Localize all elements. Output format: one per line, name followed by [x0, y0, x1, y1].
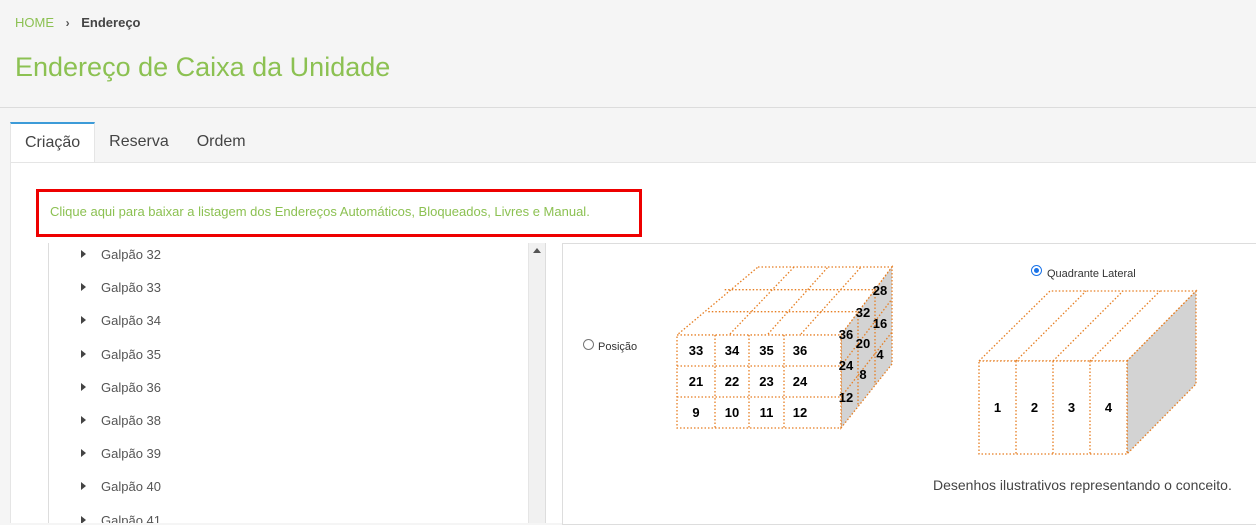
cube-side-label: 28 — [873, 283, 887, 298]
caret-right-icon[interactable] — [81, 515, 86, 523]
cube-side-label: 12 — [839, 390, 853, 405]
tab-bar: Criação Reserva Ordem — [10, 122, 260, 164]
caret-right-icon[interactable] — [81, 482, 86, 491]
tree-item[interactable]: Galpão 34 — [49, 309, 529, 342]
tree-item-label[interactable]: Galpão 38 — [101, 413, 161, 428]
cube-side-label: 16 — [873, 316, 887, 331]
cube-cell-label: 10 — [725, 405, 739, 420]
page-header: HOME › Endereço Endereço de Caixa da Uni… — [0, 0, 1256, 108]
caret-right-icon[interactable] — [81, 449, 86, 458]
lateral-quadrant-label: 4 — [1105, 400, 1113, 415]
quadrante-lateral-radio[interactable] — [1031, 265, 1042, 276]
cube-cell-label: 24 — [793, 374, 808, 389]
tree-item-label[interactable]: Galpão 34 — [101, 313, 161, 328]
lateral-quadrant-diagram: 1 2 3 4 — [977, 289, 1198, 456]
cube-side-label: 32 — [856, 305, 870, 320]
breadcrumb-current: Endereço — [81, 15, 141, 30]
cube-side-label: 24 — [839, 358, 854, 373]
caret-right-icon[interactable] — [81, 415, 86, 424]
caret-right-icon[interactable] — [81, 382, 86, 391]
tree-item-label[interactable]: Galpão 40 — [101, 479, 161, 494]
tab-reserva[interactable]: Reserva — [95, 122, 183, 162]
cube-side-label: 4 — [876, 347, 884, 362]
caret-right-icon[interactable] — [81, 349, 86, 358]
tree-item[interactable]: Galpão 41 — [49, 509, 529, 524]
tree-item[interactable]: Galpão 40 — [49, 475, 529, 508]
cube-cell-label: 9 — [692, 405, 699, 420]
tree-item-label[interactable]: Galpão 39 — [101, 446, 161, 461]
position-cube-diagram: 33 34 35 3621 22 23 249 10 11 12 2832163620424812 — [675, 265, 894, 430]
cube-cell-label: 11 — [760, 405, 774, 420]
quadrante-lateral-label[interactable]: Quadrante Lateral — [1047, 268, 1136, 280]
cube-cell-label: 35 — [759, 343, 773, 358]
tree-list: Galpão 32 Galpão 33 Galpão 34 Galpão 35 … — [49, 243, 529, 523]
cube-cell-label: 21 — [689, 374, 703, 389]
tab-ordem[interactable]: Ordem — [183, 122, 260, 162]
tree-item[interactable]: Galpão 39 — [49, 442, 529, 475]
lateral-quadrant-label: 1 — [994, 400, 1001, 415]
cube-side-label: 36 — [839, 327, 853, 342]
breadcrumb-home-link[interactable]: HOME — [15, 15, 54, 30]
posicao-label[interactable]: Posição — [598, 341, 637, 353]
lateral-quadrant-label: 2 — [1031, 400, 1038, 415]
tree-item-label[interactable]: Galpão 33 — [101, 280, 161, 295]
illustration-caption: Desenhos ilustrativos representando o co… — [933, 477, 1232, 493]
tree-item[interactable]: Galpão 38 — [49, 409, 529, 442]
tab-criacao[interactable]: Criação — [10, 122, 96, 164]
tree-item[interactable]: Galpão 32 — [49, 243, 529, 276]
cube-cell-label: 33 — [689, 343, 703, 358]
chevron-right-icon: › — [65, 16, 70, 30]
cube-cell-label: 36 — [793, 343, 807, 358]
tree-item-label[interactable]: Galpão 41 — [101, 513, 161, 524]
cube-cell-label: 22 — [725, 374, 739, 389]
caret-right-icon[interactable] — [81, 316, 86, 325]
download-link-highlight: Clique aqui para baixar a listagem dos E… — [36, 189, 642, 237]
tree-item-label[interactable]: Galpão 36 — [101, 380, 161, 395]
page-title: Endereço de Caixa da Unidade — [15, 52, 391, 82]
download-listing-link[interactable]: Clique aqui para baixar a listagem dos E… — [50, 204, 590, 219]
tree-scrollbar[interactable] — [528, 243, 545, 523]
posicao-radio[interactable] — [583, 339, 594, 350]
scroll-up-arrow-icon[interactable] — [533, 248, 541, 253]
tree-item[interactable]: Galpão 33 — [49, 276, 529, 309]
tree-item-label[interactable]: Galpão 35 — [101, 347, 161, 362]
tree-item[interactable]: Galpão 36 — [49, 376, 529, 409]
tree-item-label[interactable]: Galpão 32 — [101, 247, 161, 262]
warehouse-tree: Galpão 32 Galpão 33 Galpão 34 Galpão 35 … — [48, 243, 546, 523]
tab-content-panel: Clique aqui para baixar a listagem dos E… — [10, 162, 1256, 525]
cube-cell-label: 12 — [793, 405, 807, 420]
caret-right-icon[interactable] — [81, 250, 86, 258]
lateral-quadrant-label: 3 — [1068, 400, 1075, 415]
cube-side-label: 20 — [856, 336, 870, 351]
cube-cell-label: 34 — [725, 343, 740, 358]
illustration-panel: Posição Quadrante Lateral 33 34 35 36 21… — [562, 243, 1256, 525]
cube-cell-label: 23 — [759, 374, 773, 389]
breadcrumb: HOME › Endereço — [15, 15, 141, 30]
cube-side-label: 8 — [859, 367, 866, 382]
tree-item[interactable]: Galpão 35 — [49, 343, 529, 376]
caret-right-icon[interactable] — [81, 283, 86, 292]
